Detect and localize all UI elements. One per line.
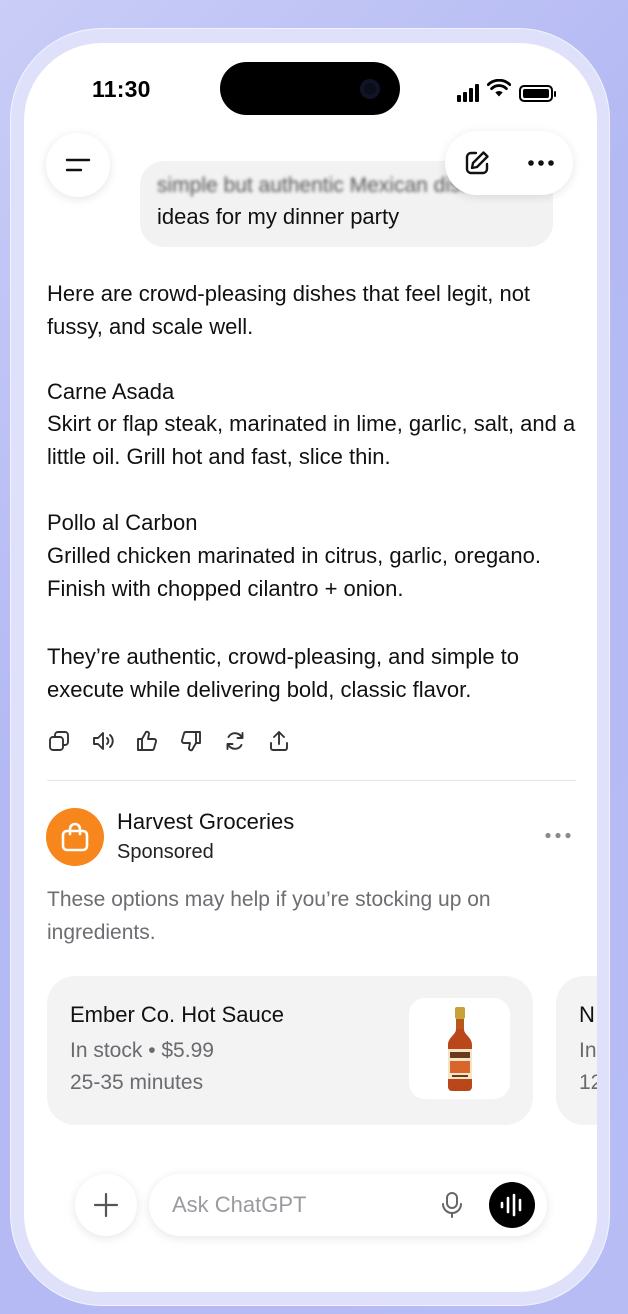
section-divider bbox=[47, 780, 576, 781]
regenerate-button[interactable] bbox=[223, 729, 247, 753]
app-screen: 11:30 simple but authentic Mexican dish … bbox=[24, 43, 597, 1292]
composer bbox=[149, 1174, 547, 1236]
product-delivery-time: 12 bbox=[579, 1071, 597, 1094]
status-icons bbox=[457, 78, 556, 102]
copy-button[interactable] bbox=[47, 729, 71, 753]
thumbs-up-button[interactable] bbox=[135, 729, 159, 753]
product-image bbox=[409, 998, 510, 1099]
dish-title-carne-asada: Carne Asada bbox=[47, 379, 175, 404]
product-stock-price: In stock • $5.99 bbox=[70, 1039, 214, 1062]
thumbs-down-button[interactable] bbox=[179, 729, 203, 753]
message-actions bbox=[47, 729, 291, 753]
battery-icon bbox=[519, 85, 556, 102]
speaker-icon bbox=[93, 732, 114, 750]
dictate-button[interactable] bbox=[437, 1190, 467, 1220]
voice-waveform-icon bbox=[500, 1193, 522, 1217]
product-delivery-time: 25-35 minutes bbox=[70, 1071, 204, 1094]
more-horizontal-icon bbox=[528, 160, 554, 166]
top-actions-pill bbox=[445, 131, 573, 195]
add-attachment-button[interactable] bbox=[75, 1174, 137, 1236]
wifi-icon bbox=[486, 78, 512, 102]
product-stock-price: In bbox=[579, 1039, 597, 1062]
sidebar-menu-button[interactable] bbox=[46, 133, 110, 197]
copy-icon bbox=[49, 731, 69, 751]
product-name: N bbox=[579, 1002, 595, 1027]
share-icon bbox=[270, 731, 288, 751]
status-time: 11:30 bbox=[92, 76, 151, 102]
voice-mode-button[interactable] bbox=[489, 1182, 535, 1228]
ad-options-button[interactable] bbox=[542, 825, 574, 845]
microphone-icon bbox=[442, 1192, 462, 1218]
shopping-bag-icon bbox=[61, 822, 89, 852]
more-options-button[interactable] bbox=[521, 145, 561, 181]
thumbs-up-icon bbox=[137, 730, 157, 751]
plus-icon bbox=[93, 1192, 119, 1218]
assistant-intro: Here are crowd-pleasing dishes that feel… bbox=[47, 281, 531, 339]
product-name: Ember Co. Hot Sauce bbox=[70, 1002, 284, 1027]
edit-icon bbox=[465, 151, 489, 175]
more-horizontal-icon bbox=[545, 832, 571, 838]
menu-icon bbox=[65, 158, 91, 172]
new-chat-button[interactable] bbox=[459, 145, 495, 181]
read-aloud-button[interactable] bbox=[91, 729, 115, 753]
advertiser-logo[interactable] bbox=[46, 808, 104, 866]
message-input[interactable] bbox=[172, 1188, 422, 1222]
dish-description-pollo-al-carbon: Grilled chicken marinated in citrus, gar… bbox=[47, 543, 542, 601]
refresh-icon bbox=[226, 732, 244, 750]
dish-title-pollo-al-carbon: Pollo al Carbon bbox=[47, 510, 198, 535]
product-card[interactable]: Ember Co. Hot Sauce In stock • $5.99 25-… bbox=[47, 976, 533, 1125]
hot-sauce-bottle-icon bbox=[447, 1006, 472, 1091]
share-button[interactable] bbox=[267, 729, 291, 753]
thumbs-down-icon bbox=[181, 731, 201, 752]
dish-description-carne-asada: Skirt or flap steak, marinated in lime, … bbox=[47, 411, 576, 469]
cellular-signal-icon bbox=[457, 84, 479, 102]
advertiser-name[interactable]: Harvest Groceries bbox=[117, 809, 294, 835]
sponsored-label: Sponsored bbox=[117, 841, 214, 863]
assistant-closing: They’re authentic, crowd-pleasing, and s… bbox=[47, 644, 520, 702]
user-message-line-2: ideas for my dinner party bbox=[157, 204, 400, 229]
ad-description: These options may help if you’re stockin… bbox=[47, 888, 491, 944]
product-card[interactable]: N In 12 bbox=[556, 976, 597, 1125]
dynamic-island bbox=[220, 62, 400, 115]
